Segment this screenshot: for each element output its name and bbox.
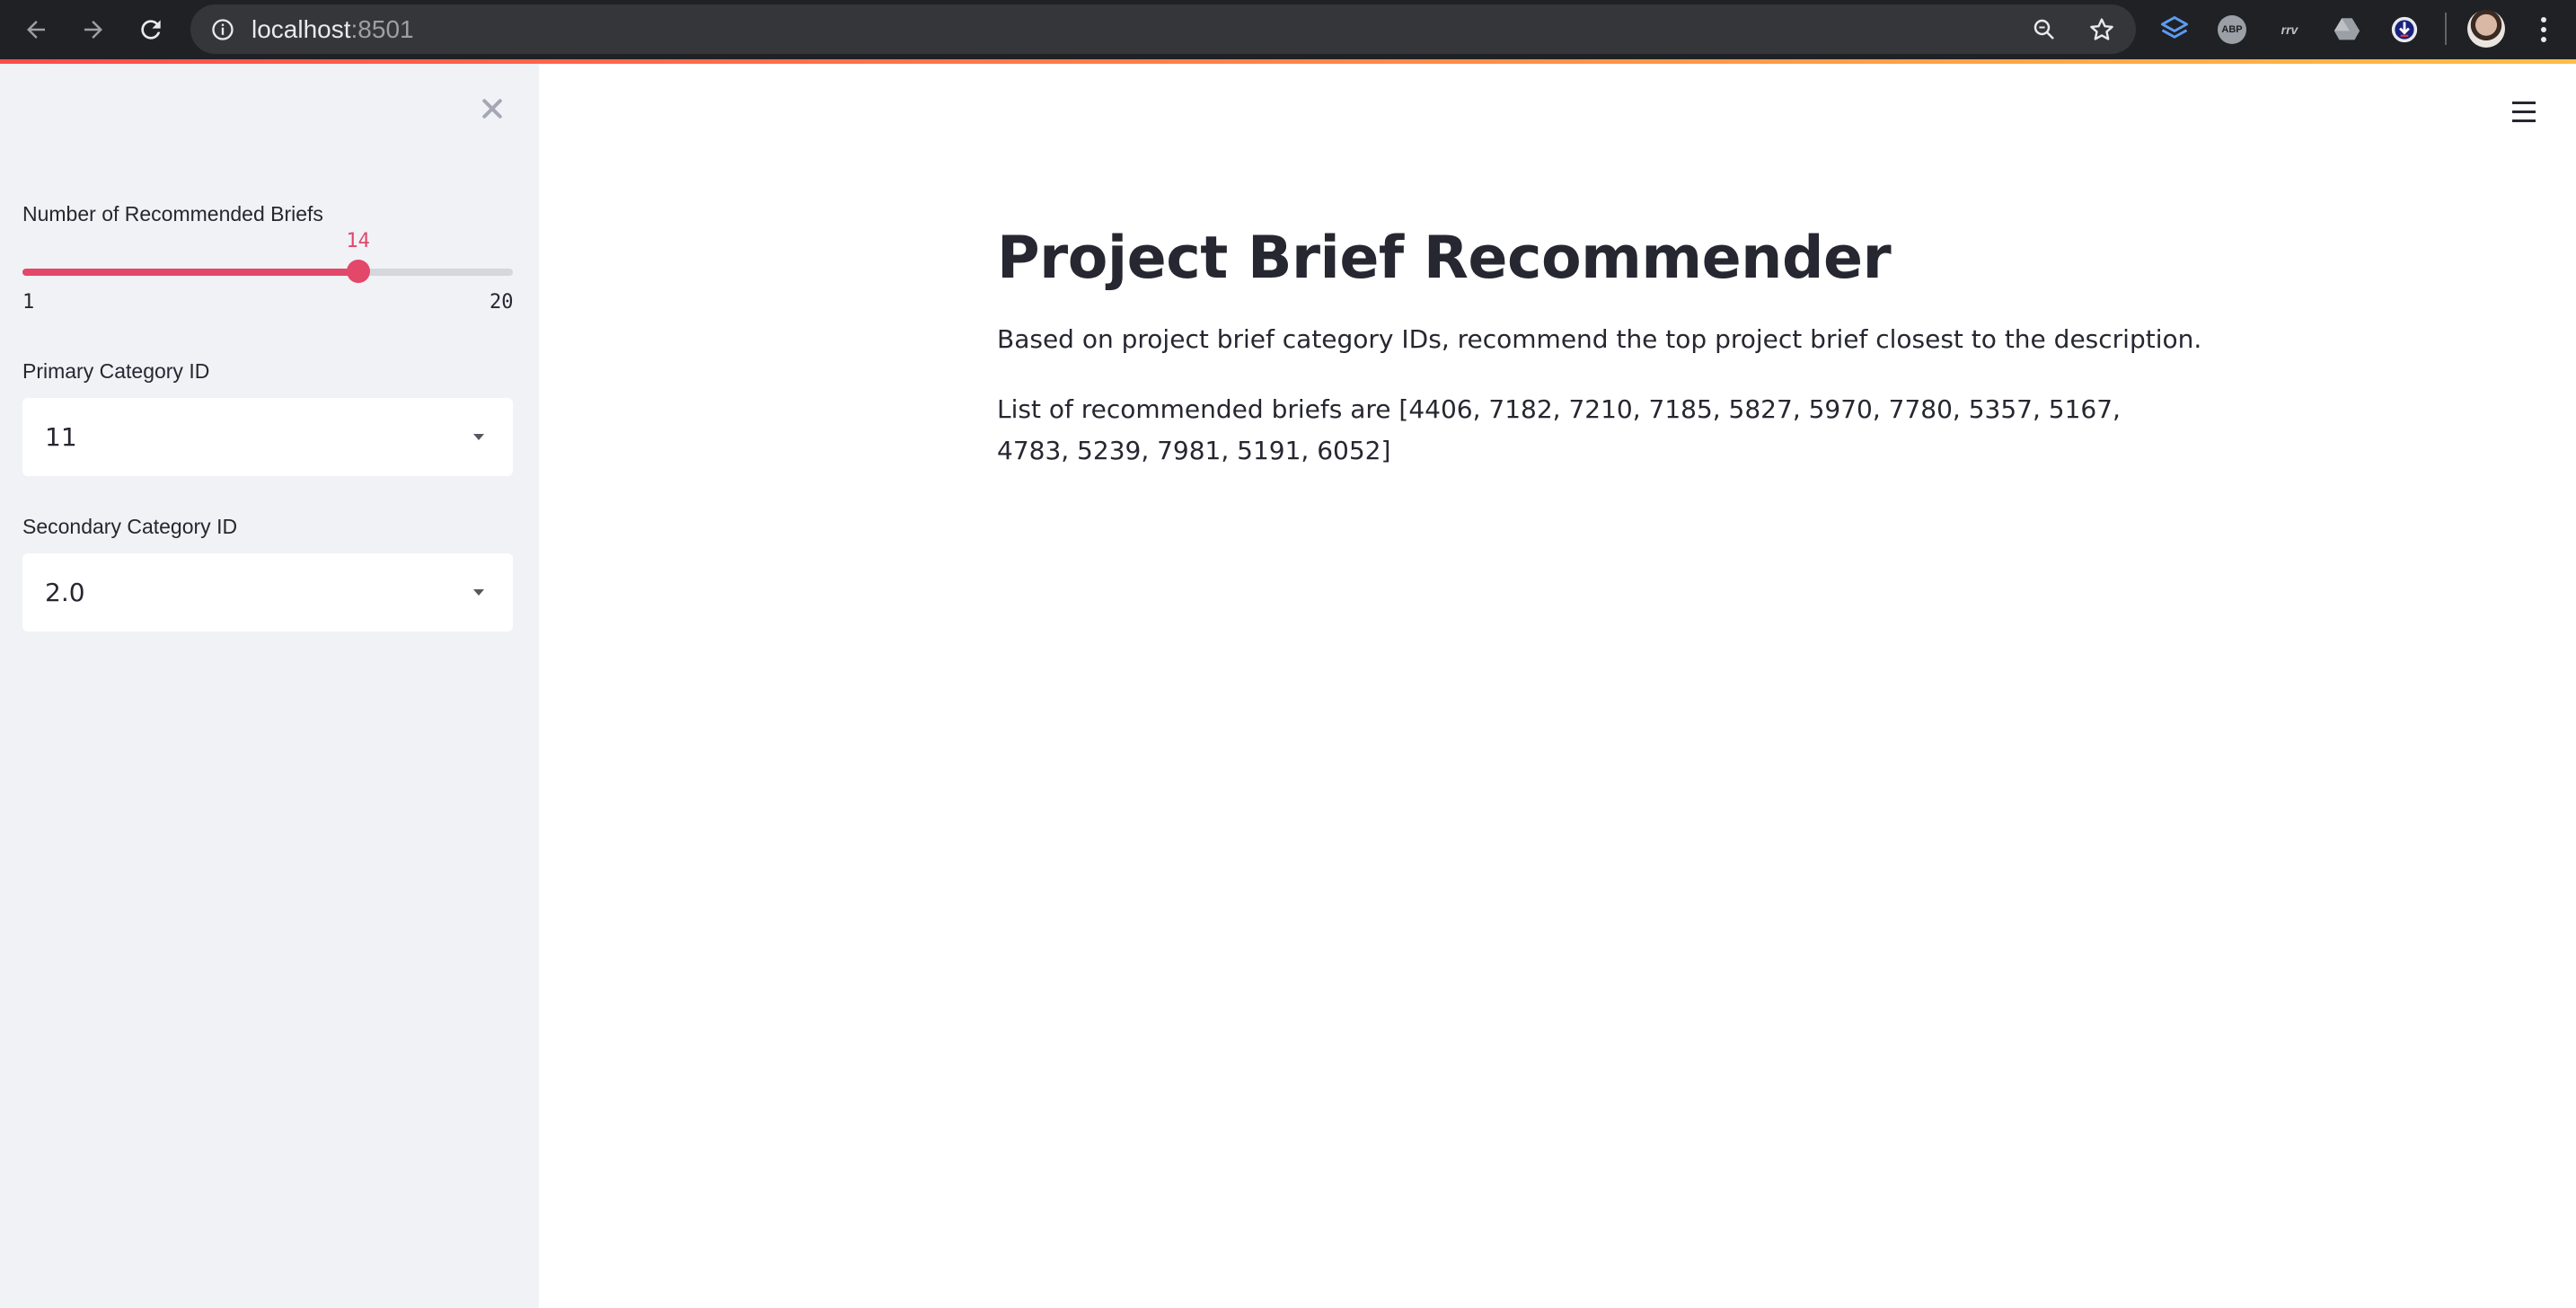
chrome-menu-icon[interactable]	[2535, 13, 2553, 47]
address-bar[interactable]: localhost:8501	[190, 4, 2136, 54]
slider-min-label: 1	[22, 291, 35, 314]
drive-extension-icon[interactable]	[2330, 13, 2364, 47]
close-sidebar-button[interactable]	[472, 89, 512, 128]
url-port: :8501	[350, 15, 414, 43]
primary-category-value: 11	[45, 422, 77, 452]
primary-category-label: Primary Category ID	[22, 359, 210, 383]
rrv-extension-icon[interactable]: rrv	[2272, 13, 2307, 47]
chevron-down-icon	[473, 589, 484, 596]
page-description: Based on project brief category IDs, rec…	[997, 324, 2202, 354]
slider-max-label: 20	[490, 291, 514, 314]
sidebar: Number of Recommended Briefs 14 1 20 Pri…	[0, 64, 539, 1308]
back-button[interactable]	[16, 10, 56, 49]
close-icon	[482, 99, 502, 119]
primary-category-select[interactable]: 11	[22, 398, 513, 476]
reload-icon	[141, 20, 161, 40]
secondary-category-value: 2.0	[45, 578, 85, 607]
page-title: Project Brief Recommender	[997, 225, 1892, 292]
url-text[interactable]: localhost:8501	[251, 4, 414, 54]
arrow-right-icon	[84, 21, 102, 39]
adblock-extension-icon[interactable]: ABP	[2215, 13, 2249, 47]
reload-button[interactable]	[131, 10, 171, 49]
chevron-down-icon	[473, 434, 484, 440]
layers-extension-icon[interactable]	[2157, 13, 2192, 47]
slider-thumb[interactable]	[346, 260, 370, 283]
toolbar-separator	[2445, 13, 2447, 45]
info-icon[interactable]	[208, 15, 237, 44]
hamburger-menu-icon[interactable]	[2506, 93, 2542, 129]
secondary-category-select[interactable]: 2.0	[22, 553, 513, 632]
zoom-icon[interactable]	[2028, 13, 2060, 46]
profile-avatar[interactable]	[2467, 10, 2505, 48]
slider-current-value: 14	[346, 230, 370, 252]
forward-button[interactable]	[74, 10, 113, 49]
url-host: localhost	[251, 15, 351, 43]
browser-toolbar: localhost:8501 ABP rrv	[0, 0, 2576, 59]
arrow-left-icon	[27, 21, 45, 39]
secondary-category-label: Secondary Category ID	[22, 515, 238, 538]
download-extension-icon[interactable]	[2387, 13, 2422, 47]
briefs-count-slider[interactable]	[22, 260, 513, 283]
star-icon[interactable]	[2086, 13, 2118, 46]
slider-label: Number of Recommended Briefs	[22, 202, 323, 225]
slider-fill	[22, 269, 358, 276]
recommendation-result: List of recommended briefs are [4406, 71…	[997, 394, 2121, 465]
